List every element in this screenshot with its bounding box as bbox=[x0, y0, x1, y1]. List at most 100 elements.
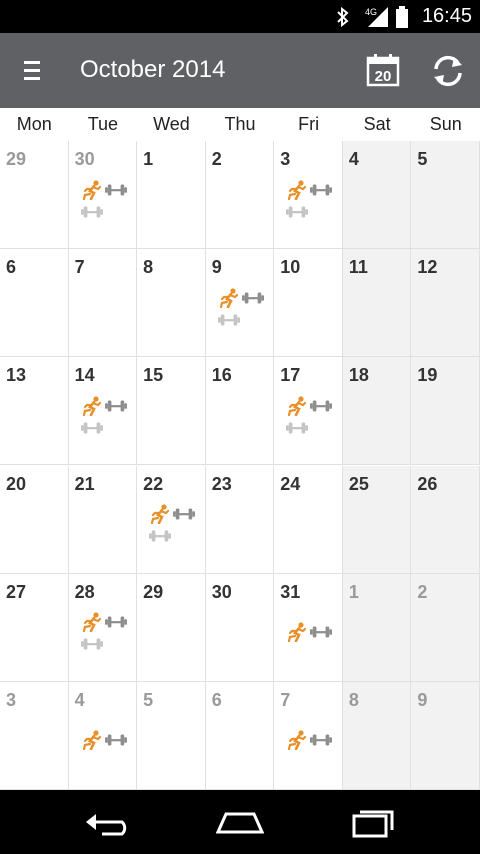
activity-row bbox=[81, 612, 127, 636]
activity-row bbox=[80, 418, 127, 443]
dumbbell-icon bbox=[286, 202, 309, 227]
day-number: 9 bbox=[417, 689, 428, 710]
day-cell[interactable]: 6 bbox=[0, 249, 69, 358]
day-cell[interactable]: 2 bbox=[411, 573, 480, 682]
activity-list bbox=[81, 730, 127, 754]
back-icon[interactable] bbox=[82, 806, 130, 838]
day-cell[interactable]: 1 bbox=[342, 573, 412, 682]
day-cell[interactable]: 21 bbox=[68, 465, 138, 574]
activity-row bbox=[149, 504, 196, 529]
day-number: 23 bbox=[211, 473, 232, 494]
day-number: 9 bbox=[211, 257, 222, 278]
day-cell[interactable]: 9 bbox=[205, 249, 275, 358]
day-cell[interactable]: 29 bbox=[0, 141, 69, 250]
battery-icon bbox=[396, 6, 408, 28]
network-type-label: 4G bbox=[365, 7, 377, 17]
day-cell[interactable]: 28 bbox=[68, 573, 138, 682]
day-number: 8 bbox=[143, 257, 154, 278]
dumbbell-icon bbox=[286, 418, 309, 443]
day-cell[interactable]: 25 bbox=[342, 465, 412, 574]
day-number: 4 bbox=[74, 689, 85, 710]
day-cell[interactable]: 22 bbox=[137, 465, 206, 574]
day-cell[interactable]: 9 bbox=[411, 681, 480, 790]
day-cell[interactable]: 14 bbox=[68, 357, 138, 466]
sync-icon[interactable] bbox=[430, 53, 466, 89]
day-cell[interactable]: 7 bbox=[274, 681, 343, 790]
day-cell[interactable]: 27 bbox=[0, 573, 69, 682]
weekday-label: Fri bbox=[298, 114, 320, 134]
activity-row bbox=[286, 203, 332, 225]
day-number: 8 bbox=[348, 689, 359, 710]
day-cell[interactable]: 2 bbox=[205, 141, 275, 250]
day-cell[interactable]: 3 bbox=[0, 681, 69, 790]
weekday-label: Sat bbox=[363, 114, 391, 134]
bluetooth-icon bbox=[337, 6, 349, 28]
activity-row bbox=[81, 730, 127, 754]
day-number: 5 bbox=[143, 689, 154, 710]
day-number: 15 bbox=[143, 365, 164, 386]
day-cell[interactable]: 13 bbox=[0, 357, 69, 466]
day-number: 5 bbox=[417, 149, 428, 169]
dumbbell-icon bbox=[80, 418, 103, 443]
day-number: 1 bbox=[348, 581, 359, 602]
day-cell[interactable]: 16 bbox=[205, 357, 275, 466]
dumbbell-icon bbox=[80, 202, 103, 227]
runner-icon bbox=[286, 622, 308, 647]
day-cell[interactable]: 5 bbox=[411, 141, 480, 250]
day-cell[interactable]: 30 bbox=[68, 141, 138, 250]
runner-icon bbox=[286, 730, 308, 755]
day-cell[interactable]: 17 bbox=[274, 357, 343, 466]
activity-row bbox=[286, 419, 332, 441]
day-cell[interactable]: 4 bbox=[342, 141, 412, 250]
day-number: 2 bbox=[417, 581, 428, 602]
day-cell[interactable]: 24 bbox=[274, 465, 343, 574]
day-number: 6 bbox=[211, 689, 222, 710]
day-number: 3 bbox=[6, 689, 17, 710]
today-calendar-icon[interactable]: 20 bbox=[366, 53, 400, 87]
menu-icon[interactable] bbox=[24, 61, 40, 81]
day-number: 21 bbox=[74, 473, 95, 494]
weekday-label: Tue bbox=[87, 114, 119, 134]
day-number: 24 bbox=[280, 473, 301, 494]
recent-apps-icon[interactable] bbox=[350, 806, 398, 838]
day-cell[interactable]: 19 bbox=[411, 357, 480, 466]
day-cell[interactable]: 23 bbox=[205, 465, 275, 574]
day-cell[interactable]: 30 bbox=[205, 573, 275, 682]
day-number: 17 bbox=[280, 365, 301, 386]
day-number: 20 bbox=[6, 473, 27, 494]
day-cell[interactable]: 29 bbox=[137, 573, 206, 682]
dumbbell-icon bbox=[149, 526, 172, 551]
day-cell[interactable]: 3 bbox=[274, 141, 343, 250]
today-day-label: 20 bbox=[375, 68, 392, 85]
activity-row bbox=[286, 622, 333, 647]
day-cell[interactable]: 10 bbox=[274, 249, 343, 358]
day-cell[interactable]: 11 bbox=[342, 249, 412, 358]
day-number: 6 bbox=[6, 257, 17, 278]
day-cell[interactable]: 12 bbox=[411, 249, 480, 358]
day-cell[interactable]: 6 bbox=[205, 681, 275, 790]
day-number: 30 bbox=[74, 149, 95, 169]
day-number: 22 bbox=[143, 473, 164, 494]
day-cell[interactable]: 8 bbox=[342, 681, 412, 790]
day-cell[interactable]: 15 bbox=[137, 357, 206, 466]
day-cell[interactable]: 4 bbox=[68, 681, 138, 790]
signal-icon: 4G bbox=[365, 7, 388, 27]
home-icon[interactable] bbox=[216, 806, 264, 838]
dumbbell-icon bbox=[173, 504, 196, 529]
day-cell[interactable]: 8 bbox=[137, 249, 206, 358]
day-number: 4 bbox=[348, 149, 359, 169]
day-cell[interactable]: 31 bbox=[274, 573, 343, 682]
day-cell[interactable]: 20 bbox=[0, 465, 69, 574]
day-cell[interactable]: 18 bbox=[342, 357, 412, 466]
dumbbell-icon bbox=[310, 622, 333, 647]
day-cell[interactable]: 7 bbox=[68, 249, 138, 358]
day-number: 12 bbox=[417, 257, 438, 278]
day-cell[interactable]: 5 bbox=[137, 681, 206, 790]
day-cell[interactable]: 26 bbox=[411, 465, 480, 574]
calendar-grid: 29 30 1 2 3 4 5 6 7 8 9 10 11 12 13 14 15 16 17 18 19 20 21 22 2… bbox=[0, 141, 480, 790]
day-cell[interactable]: 1 bbox=[137, 141, 206, 250]
day-number: 2 bbox=[211, 149, 222, 169]
day-number: 26 bbox=[417, 473, 438, 494]
activity-list bbox=[149, 504, 196, 551]
day-number: 14 bbox=[74, 365, 95, 386]
